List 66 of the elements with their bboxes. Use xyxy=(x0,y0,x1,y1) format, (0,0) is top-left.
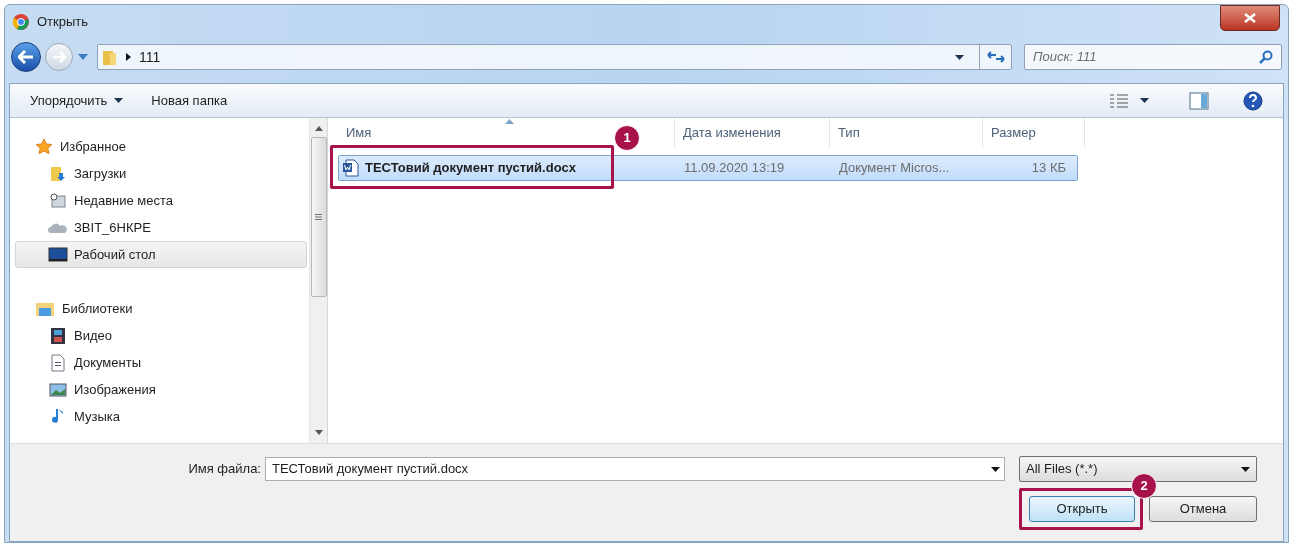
word-document-icon xyxy=(343,159,359,177)
nav-group-header[interactable]: Библиотеки xyxy=(15,295,307,322)
caret-icon xyxy=(114,98,124,103)
file-row[interactable]: ТЕСТовий документ пустий.docx 11.09.2020 13:19 Документ Micros... 13 КБ xyxy=(338,155,1078,181)
organize-menu[interactable]: Упорядочить xyxy=(24,86,130,115)
search-field[interactable]: Поиск: 111 xyxy=(1024,44,1282,70)
down-arrow-icon xyxy=(314,430,323,435)
left-arrow-icon xyxy=(18,50,34,64)
open-button[interactable]: Открыть xyxy=(1029,496,1135,522)
filename-label: Имя файла: xyxy=(188,460,261,479)
search-icon xyxy=(1259,50,1273,64)
close-button[interactable] xyxy=(1220,5,1280,31)
caret-icon xyxy=(990,466,1000,472)
caret-icon xyxy=(954,54,964,60)
file-name: ТЕСТовий документ пустий.docx xyxy=(365,159,577,178)
nav-item[interactable]: Музыка xyxy=(15,403,307,430)
address-bar[interactable]: 111 xyxy=(97,44,1012,70)
file-type-select[interactable]: All Files (*.*) xyxy=(1019,456,1257,482)
column-header[interactable]: Тип xyxy=(830,118,983,148)
right-arrow-icon xyxy=(52,51,66,63)
up-arrow-icon xyxy=(314,126,323,131)
nav-item[interactable]: Загрузки xyxy=(15,160,307,187)
list-view-icon xyxy=(1110,93,1128,108)
film-icon xyxy=(49,326,67,345)
back-button[interactable] xyxy=(11,42,41,72)
grip-icon xyxy=(315,214,322,220)
path-segment[interactable]: 111 xyxy=(139,46,161,68)
folder-icon xyxy=(102,48,118,66)
search-input[interactable]: Поиск: 111 xyxy=(1033,47,1259,67)
document-icon xyxy=(50,353,66,372)
window-title: Открыть xyxy=(37,13,89,32)
scrollbar[interactable] xyxy=(309,118,327,443)
desktop-icon xyxy=(48,246,68,263)
step-badge: 1 xyxy=(614,125,640,151)
pane-icon xyxy=(1189,91,1209,110)
nav-item[interactable]: Недавние места xyxy=(15,187,307,214)
close-icon xyxy=(1244,13,1256,23)
nav-item[interactable]: Изображения xyxy=(15,376,307,403)
app-logo-icon xyxy=(13,14,29,30)
cancel-button[interactable]: Отмена xyxy=(1149,496,1257,522)
filename-field[interactable]: ТЕСТовий документ пустий.docx xyxy=(265,457,1005,481)
star-icon xyxy=(35,137,53,156)
help-icon xyxy=(1243,90,1263,111)
scrollbar-thumb[interactable] xyxy=(310,137,327,297)
nav-item[interactable]: Документы xyxy=(15,349,307,376)
filename-input[interactable]: ТЕСТовий документ пустий.docx xyxy=(272,459,986,479)
folder-arrow-icon xyxy=(49,164,67,183)
nav-item[interactable]: Рабочий стол xyxy=(15,241,307,268)
music-note-icon xyxy=(50,407,66,426)
caret-icon xyxy=(1241,466,1250,472)
nav-item[interactable]: Видео xyxy=(15,322,307,349)
sort-arrow-icon xyxy=(505,119,514,124)
table-cell-text: Документ Micros... xyxy=(838,159,951,178)
chevron-icon xyxy=(126,53,131,61)
image-icon xyxy=(49,381,67,398)
clock-computer-icon xyxy=(49,191,67,210)
caret-icon xyxy=(78,54,88,60)
column-header[interactable]: Размер xyxy=(983,118,1085,148)
nav-item[interactable]: ЗВІТ_6НКРЕ xyxy=(15,214,307,241)
new-folder-button[interactable]: Новая папка xyxy=(145,86,234,115)
refresh-icon xyxy=(986,50,1005,64)
caret-icon xyxy=(1140,98,1149,103)
column-header[interactable]: Дата изменения xyxy=(675,118,830,148)
table-cell-text: 11.09.2020 13:19 xyxy=(683,159,786,178)
table-cell-text: 13 КБ xyxy=(1030,159,1067,178)
nav-group-header[interactable]: Избранное xyxy=(15,133,307,160)
